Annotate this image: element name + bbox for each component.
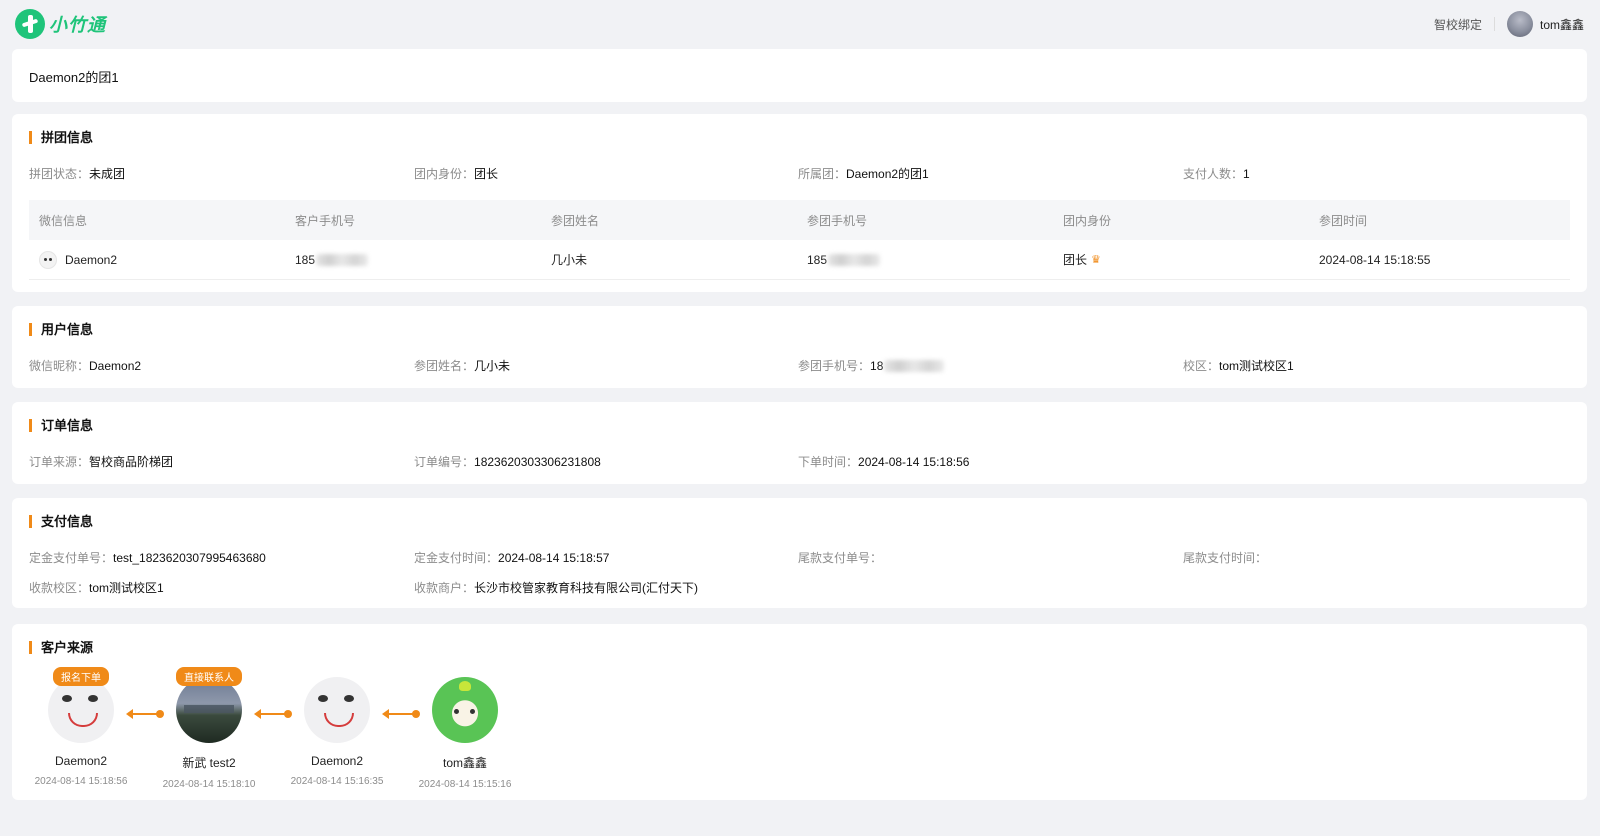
payment-info-row-1: 定金支付单号：test_1823620307995463680 定金支付时间：2…	[29, 549, 1570, 565]
column-header: 微信信息	[39, 213, 88, 228]
logo[interactable]: 小竹通	[15, 9, 106, 39]
member-name: 参团姓名：几小未	[414, 359, 511, 373]
logo-text: 小竹通	[49, 15, 106, 35]
avatar	[304, 677, 370, 743]
masked-phone	[828, 253, 881, 266]
group-name: 所属团：Daemon2的团1	[798, 167, 929, 181]
node-time: 2024-08-14 15:18:56	[34, 776, 128, 787]
avatar	[176, 677, 242, 743]
column-header: 参团姓名	[551, 213, 600, 228]
top-right-area: 智校绑定 tom鑫鑫	[1434, 11, 1584, 37]
deposit-pay-number: 定金支付单号：test_1823620307995463680	[29, 551, 266, 565]
group-info-row: 拼团状态：未成团 团内身份：团长 所属团：Daemon2的团1 支付人数：1	[29, 165, 1570, 181]
column-header: 团内身份	[1063, 213, 1112, 228]
referral-chain: 报名下单 Daemon2 2024-08-14 15:18:56 直接联系人 新…	[34, 667, 512, 790]
node-time: 2024-08-14 15:15:16	[418, 779, 512, 790]
cell-role: 团长 ♛	[1063, 253, 1101, 267]
cell-time: 2024-08-14 15:18:55	[1319, 252, 1431, 267]
payment-info-card: 支付信息 定金支付单号：test_1823620307995463680 定金支…	[12, 498, 1587, 608]
wechat-nickname: 微信昵称：Daemon2	[29, 359, 142, 373]
status-badge: 报名下单	[53, 667, 109, 686]
user-info-row: 微信昵称：Daemon2 参团姓名：几小未 参团手机号：18 校区：tom测试校…	[29, 357, 1570, 374]
paid-count: 支付人数：1	[1183, 167, 1250, 181]
avatar	[432, 677, 498, 743]
table-header: 微信信息 客户手机号 参团姓名 参团手机号 团内身份 参团时间	[29, 200, 1570, 240]
section-title-group: 拼团信息	[29, 131, 93, 144]
user-menu[interactable]: tom鑫鑫	[1506, 11, 1584, 37]
column-header: 参团手机号	[807, 213, 868, 228]
arrow-left-icon	[382, 709, 420, 719]
arrow-left-icon	[254, 709, 292, 719]
group-role: 团内身份：团长	[414, 167, 499, 181]
order-info-row: 订单来源：智校商品阶梯团 订单编号：1823620303306231808 下单…	[29, 453, 1570, 469]
node-name: tom鑫鑫	[442, 756, 487, 770]
cell-member-phone: 185	[797, 253, 1053, 267]
masked-phone	[316, 253, 369, 266]
group-status: 拼团状态：未成团	[29, 167, 126, 181]
masked-phone	[884, 360, 945, 372]
final-pay-number: 尾款支付单号：	[798, 551, 883, 565]
referral-node[interactable]: tom鑫鑫 2024-08-14 15:15:16	[418, 674, 512, 790]
section-title-payment: 支付信息	[29, 515, 93, 528]
page-title: Daemon2的团1	[29, 70, 119, 85]
arrow-left-icon	[126, 709, 164, 719]
member-table: 微信信息 客户手机号 参团姓名 参团手机号 团内身份 参团时间 Daemon2 …	[29, 200, 1570, 280]
order-info-card: 订单信息 订单来源：智校商品阶梯团 订单编号：18236203033062318…	[12, 402, 1587, 484]
status-badge: 直接联系人	[176, 667, 242, 686]
node-name: Daemon2	[310, 754, 364, 768]
cell-wechat: Daemon2	[29, 250, 285, 269]
referral-node[interactable]: Daemon2 2024-08-14 15:16:35	[290, 674, 384, 787]
logo-icon	[15, 9, 45, 39]
avatar	[1506, 11, 1533, 37]
top-bar: 小竹通 智校绑定 tom鑫鑫	[0, 0, 1600, 48]
deposit-pay-time: 定金支付时间：2024-08-14 15:18:57	[414, 551, 610, 565]
receiving-campus: 收款校区：tom测试校区1	[29, 581, 164, 595]
member-phone: 参团手机号：18	[798, 357, 945, 374]
section-title-user: 用户信息	[29, 323, 93, 336]
column-header: 客户手机号	[295, 213, 356, 228]
divider	[1493, 17, 1495, 31]
table-row: Daemon2 185 几小未 185 团长 ♛ 2024-08-14 15:18…	[29, 240, 1570, 280]
crown-icon: ♛	[1091, 254, 1101, 266]
node-time: 2024-08-14 15:18:10	[162, 779, 256, 790]
node-time: 2024-08-14 15:16:35	[290, 776, 384, 787]
section-title-order: 订单信息	[29, 419, 93, 432]
node-name: Daemon2	[54, 754, 108, 768]
order-time: 下单时间：2024-08-14 15:18:56	[798, 455, 970, 469]
section-title-source: 客户来源	[29, 641, 93, 654]
page-title-card: Daemon2的团1	[12, 49, 1587, 102]
column-header: 参团时间	[1319, 213, 1368, 228]
cell-name: 几小未	[551, 253, 588, 267]
customer-source-card: 客户来源 报名下单 Daemon2 2024-08-14 15:18:56 直接…	[12, 624, 1587, 800]
user-info-card: 用户信息 微信昵称：Daemon2 参团姓名：几小未 参团手机号：18 校区：t…	[12, 306, 1587, 388]
referral-node[interactable]: 报名下单 Daemon2 2024-08-14 15:18:56	[34, 667, 128, 787]
member-campus: 校区：tom测试校区1	[1183, 359, 1294, 373]
referral-node[interactable]: 直接联系人 新武 test2 2024-08-14 15:18:10	[162, 667, 256, 790]
receiving-merchant: 收款商户：长沙市校管家教育科技有限公司(汇付天下)	[414, 581, 699, 595]
order-source: 订单来源：智校商品阶梯团	[29, 455, 174, 469]
order-number: 订单编号：1823620303306231808	[414, 455, 601, 469]
avatar	[48, 677, 114, 743]
bind-school-link[interactable]: 智校绑定	[1434, 16, 1482, 33]
node-name: 新武 test2	[182, 756, 236, 770]
group-info-card: 拼团信息 拼团状态：未成团 团内身份：团长 所属团：Daemon2的团1 支付人…	[12, 114, 1587, 292]
user-name: tom鑫鑫	[1539, 17, 1584, 32]
final-pay-time: 尾款支付时间：	[1183, 551, 1268, 565]
payment-info-row-2: 收款校区：tom测试校区1 收款商户：长沙市校管家教育科技有限公司(汇付天下)	[29, 579, 1570, 595]
cell-customer-phone: 185	[285, 253, 541, 267]
avatar	[39, 250, 57, 269]
